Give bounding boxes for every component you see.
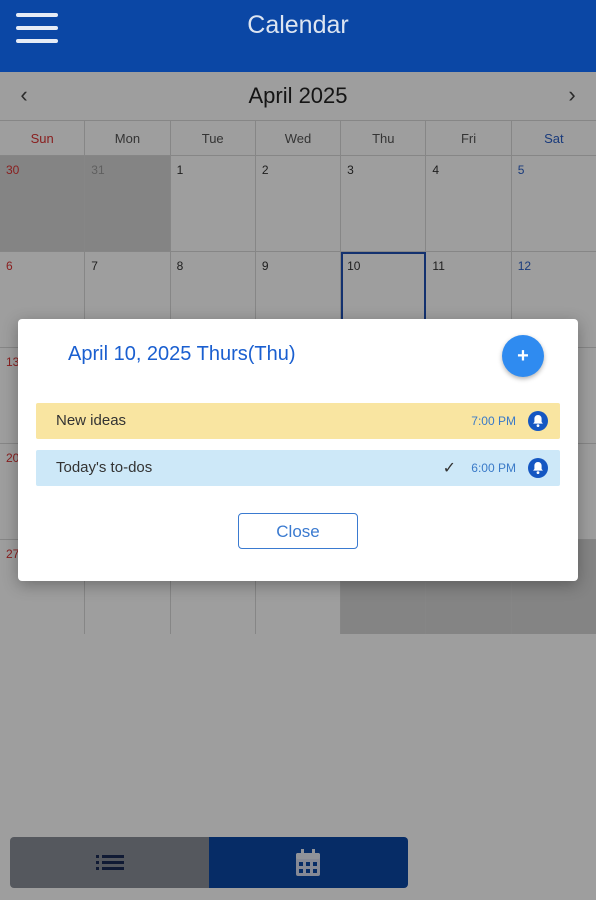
day-events-dialog: April 10, 2025 Thurs(Thu) + New ideas 7:… (18, 319, 578, 581)
check-icon: ✓ (442, 460, 456, 477)
dialog-title: April 10, 2025 Thurs(Thu) (68, 343, 296, 365)
bell-icon[interactable] (528, 458, 548, 478)
event-title: New ideas (56, 412, 127, 429)
close-button[interactable]: Close (238, 513, 358, 549)
event-item[interactable]: New ideas 7:00 PM (36, 403, 560, 439)
event-title: Today's to-dos (56, 459, 153, 476)
event-time: 6:00 PM (471, 461, 516, 475)
add-event-button[interactable]: + (502, 335, 544, 377)
event-item[interactable]: Today's to-dos ✓ 6:00 PM (36, 450, 560, 486)
event-time: 7:00 PM (471, 414, 516, 428)
app-bar: Calendar (0, 0, 596, 72)
bell-icon[interactable] (528, 411, 548, 431)
app-title: Calendar (247, 11, 349, 39)
